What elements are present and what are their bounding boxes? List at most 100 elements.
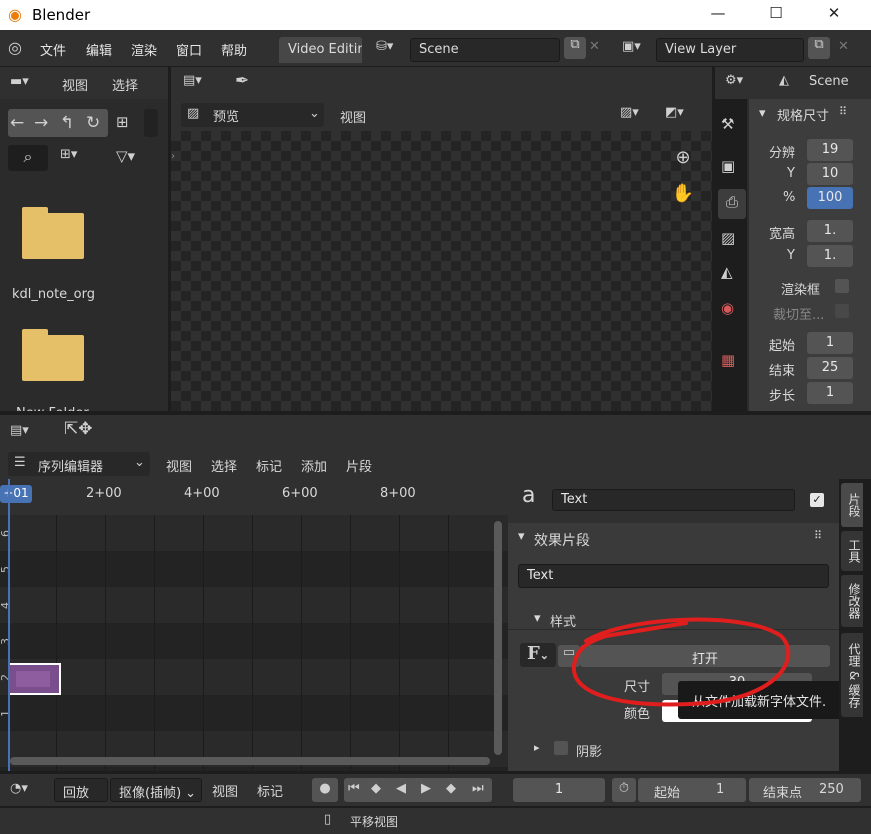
sequencer-menu-select[interactable]: 选择 bbox=[211, 456, 237, 475]
path-field[interactable] bbox=[144, 109, 158, 137]
strip-name-field[interactable]: Text bbox=[552, 489, 795, 511]
zoom-icon[interactable]: ⊕ bbox=[669, 147, 697, 175]
shadow-expand-icon[interactable]: ▸ bbox=[534, 741, 540, 754]
sequencer-timeline[interactable]: +01 2+00 4+00 6+00 8+00 6 5 4 3 2 1 bbox=[0, 479, 508, 771]
editor-type-icon[interactable]: ▤▾ bbox=[10, 423, 29, 438]
drag-handle-icon[interactable]: ⠿ bbox=[814, 529, 822, 542]
play-icon[interactable]: ▶ bbox=[421, 781, 431, 796]
play-reverse-icon[interactable]: ◀ bbox=[396, 781, 406, 796]
strip-mute-checkbox[interactable]: ✓ bbox=[810, 493, 824, 507]
sequencer-mode-dropdown[interactable]: ☰ 序列编辑器 ⌄ bbox=[8, 452, 150, 476]
world-icon[interactable]: ◉ bbox=[721, 299, 734, 317]
panel-collapse-icon[interactable]: ▾ bbox=[518, 529, 525, 544]
keying-dropdown[interactable]: 抠像(插帧) ⌄ bbox=[110, 778, 202, 802]
res-x-field[interactable]: 19 bbox=[807, 139, 853, 161]
maximize-icon[interactable]: ☐ bbox=[766, 4, 786, 24]
sequencer-menu-strip[interactable]: 片段 bbox=[346, 456, 372, 475]
view-layer-selector-icon[interactable]: ▣▾ bbox=[622, 39, 641, 54]
view-mode-dropdown[interactable]: ▨ 预览 ⌄ bbox=[181, 103, 324, 127]
refresh-icon[interactable]: ↻ bbox=[86, 113, 100, 133]
effect-panel-title[interactable]: 效果片段 bbox=[534, 530, 590, 550]
workspace-tab-video-editing[interactable]: Video Editing bbox=[279, 37, 362, 63]
texture-icon[interactable]: ▦ bbox=[721, 351, 735, 369]
shadow-checkbox[interactable] bbox=[554, 741, 568, 755]
menu-edit[interactable]: 编辑 bbox=[86, 40, 112, 59]
playhead[interactable] bbox=[8, 479, 10, 771]
parent-dir-icon[interactable]: ↰ bbox=[60, 113, 74, 133]
display-channels-icon[interactable]: ▨▾ bbox=[620, 105, 639, 120]
display-mode-icon[interactable]: ⊞▾ bbox=[60, 147, 77, 162]
new-view-layer-icon[interactable]: ⧉ bbox=[808, 37, 830, 59]
aspect-x-field[interactable]: 1. bbox=[807, 220, 853, 242]
delete-scene-icon[interactable]: ✕ bbox=[589, 39, 600, 54]
text-content-field[interactable]: Text bbox=[518, 564, 829, 588]
next-keyframe-icon[interactable]: ◆ bbox=[446, 781, 456, 796]
scene-props-icon[interactable]: ◭ bbox=[721, 263, 733, 281]
file-browser-view-menu[interactable]: 视图 bbox=[62, 75, 88, 94]
menu-file[interactable]: 文件 bbox=[40, 40, 66, 59]
output-icon[interactable]: ⎙ bbox=[718, 189, 746, 219]
prev-keyframe-icon[interactable]: ◆ bbox=[371, 781, 381, 796]
tab-strip[interactable]: 片段 bbox=[841, 483, 863, 527]
drag-handle-icon[interactable]: ⠿ bbox=[839, 105, 847, 118]
new-scene-icon[interactable]: ⧉ bbox=[564, 37, 586, 59]
folder-label-kdl-note-org[interactable]: kdl_note_org bbox=[12, 287, 95, 302]
render-region-checkbox[interactable] bbox=[835, 279, 849, 293]
panel-collapse-icon[interactable]: ▾ bbox=[759, 106, 766, 121]
sequencer-menu-marker[interactable]: 标记 bbox=[256, 456, 282, 475]
close-icon[interactable]: ✕ bbox=[824, 4, 844, 24]
editor-type-icon[interactable]: ▤▾ bbox=[183, 73, 202, 88]
preview-canvas[interactable] bbox=[171, 131, 712, 411]
new-folder-icon[interactable]: ⊞ bbox=[116, 113, 129, 131]
toolbar-toggle-icon[interactable]: › bbox=[171, 151, 175, 162]
text-strip[interactable] bbox=[8, 663, 61, 695]
tab-modifiers[interactable]: 修改器 bbox=[841, 575, 863, 627]
crop-checkbox[interactable] bbox=[835, 304, 849, 318]
res-y-field[interactable]: 10 bbox=[807, 163, 853, 185]
blender-menu-icon[interactable]: ◎ bbox=[8, 38, 22, 57]
end-frame-field[interactable]: 结束点 250 bbox=[749, 778, 861, 802]
tab-proxy-cache[interactable]: 代理 & 缓存 bbox=[841, 633, 863, 717]
tweak-tool-icon[interactable]: ⇱✥ bbox=[64, 419, 93, 439]
menu-window[interactable]: 窗口 bbox=[176, 40, 202, 59]
frame-end-field[interactable]: 25 bbox=[807, 357, 853, 379]
current-frame-indicator[interactable]: +01 bbox=[0, 485, 32, 503]
stopwatch-icon[interactable]: ⏱ bbox=[612, 778, 636, 802]
menu-help[interactable]: 帮助 bbox=[221, 40, 247, 59]
res-percent-field[interactable]: 100 bbox=[807, 187, 853, 209]
menu-render[interactable]: 渲染 bbox=[131, 40, 157, 59]
minimize-icon[interactable]: — bbox=[708, 4, 728, 24]
format-panel-title[interactable]: 规格尺寸 bbox=[777, 105, 837, 124]
frame-start-field[interactable]: 1 bbox=[807, 332, 853, 354]
horizontal-scrollbar[interactable] bbox=[10, 757, 490, 765]
editor-type-icon[interactable]: ◔▾ bbox=[10, 781, 28, 796]
frame-step-field[interactable]: 1 bbox=[807, 382, 853, 404]
record-icon[interactable]: ● bbox=[312, 778, 338, 802]
preview-view-menu[interactable]: 视图 bbox=[340, 107, 366, 126]
playback-dropdown[interactable]: 回放⌄ bbox=[54, 778, 108, 816]
style-collapse-icon[interactable]: ▾ bbox=[534, 611, 541, 626]
render-icon[interactable]: ▣ bbox=[721, 157, 735, 175]
properties-editor-icon[interactable]: ⚙▾ bbox=[725, 73, 743, 88]
eyedropper-icon[interactable]: ✒ bbox=[235, 71, 249, 91]
frame-ruler[interactable] bbox=[0, 479, 508, 515]
scene-name-field[interactable]: Scene bbox=[410, 38, 560, 62]
pan-hand-icon[interactable]: ✋ bbox=[669, 183, 697, 211]
file-browser-select-menu[interactable]: 选择 bbox=[112, 75, 138, 94]
tool-icon[interactable]: ⚒ bbox=[721, 115, 734, 133]
filter-icon[interactable]: ▽▾ bbox=[116, 147, 135, 165]
jump-end-icon[interactable]: ⏭ bbox=[472, 781, 484, 796]
view-layer-field[interactable]: View Layer bbox=[656, 38, 804, 62]
timeline-view-menu[interactable]: 视图 bbox=[212, 781, 238, 800]
search-icon[interactable]: ⌕ bbox=[8, 145, 48, 171]
current-frame-field[interactable]: 1 bbox=[513, 778, 605, 802]
sequencer-menu-view[interactable]: 视图 bbox=[166, 456, 192, 475]
font-selector-icon[interactable]: F⌄ bbox=[520, 643, 556, 667]
view-layer-icon[interactable]: ▨ bbox=[721, 229, 735, 247]
folder-icon[interactable] bbox=[22, 207, 84, 259]
overlay-icon[interactable]: ◩▾ bbox=[665, 105, 684, 120]
sequencer-menu-add[interactable]: 添加 bbox=[301, 456, 327, 475]
forward-icon[interactable]: → bbox=[34, 113, 48, 133]
scene-selector-icon[interactable]: ⛁▾ bbox=[376, 39, 393, 54]
vertical-scrollbar[interactable] bbox=[494, 521, 502, 755]
